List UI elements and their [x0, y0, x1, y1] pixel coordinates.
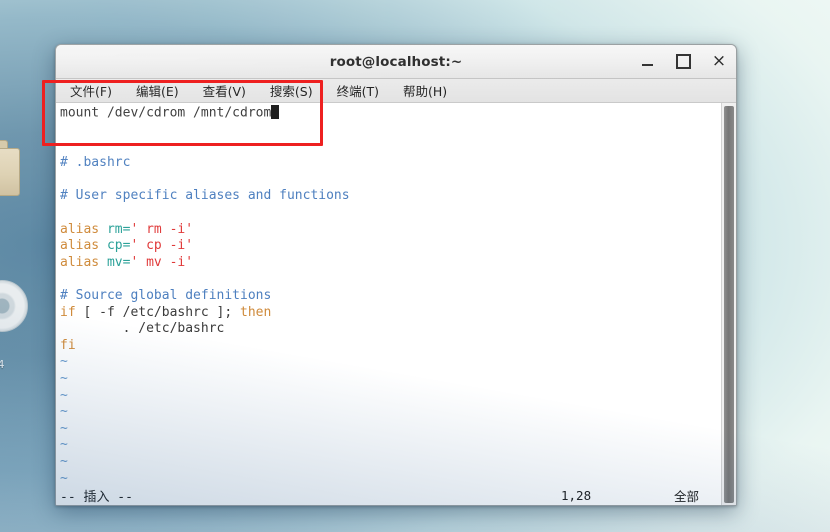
disc-shape — [0, 280, 28, 332]
close-button[interactable]: × — [710, 53, 728, 71]
scroll-position-text: 全部 — [674, 488, 700, 504]
folder-body — [0, 148, 20, 196]
menu-item-view[interactable]: 查看(V) — [199, 80, 250, 101]
menu-item-terminal[interactable]: 终端(T) — [333, 80, 383, 101]
if-condition: [ -f /etc/bashrc ]; — [75, 304, 241, 320]
disc-icon-label: S_64 — [0, 358, 5, 371]
alias-name: cp — [106, 238, 123, 254]
terminal-window[interactable]: root@localhost:~ × 文件(F) 编辑(E) 查看(V) 搜索(… — [55, 44, 737, 506]
tilde-line: ~ — [60, 354, 68, 370]
vim-status-line: -- 插入 -- 1,28 全部 — [56, 484, 721, 505]
keyword-text: fi — [60, 337, 76, 353]
terminal-text-area[interactable]: mount /dev/cdrom /mnt/cdrom # .bashrc # U… — [56, 103, 721, 505]
tilde-line: ~ — [60, 387, 68, 403]
code-line-keyword: fi — [56, 338, 721, 355]
menu-item-help[interactable]: 帮助(H) — [399, 80, 451, 101]
tilde-line: ~ — [60, 371, 68, 386]
code-line-alias: alias cp=' cp -i' — [56, 238, 721, 255]
terminal-command-line: mount /dev/cdrom /mnt/cdrom — [56, 105, 721, 122]
alias-name: rm — [106, 221, 123, 237]
plain-text: . /etc/bashrc — [60, 321, 225, 337]
tilde-line: ~ — [60, 420, 68, 436]
desktop: S_64 root@localhost:~ × 文件(F) 编辑(E) 查看(V… — [0, 0, 830, 532]
menubar[interactable]: 文件(F) 编辑(E) 查看(V) 搜索(S) 终端(T) 帮助(H) — [56, 79, 736, 103]
disc-icon[interactable] — [0, 280, 28, 332]
terminal-body[interactable]: mount /dev/cdrom /mnt/cdrom # .bashrc # U… — [56, 103, 736, 505]
tilde-line: ~ — [60, 437, 68, 453]
maximize-button[interactable] — [674, 53, 692, 71]
alias-value: ' rm -i' — [130, 221, 194, 237]
then-keyword: then — [240, 304, 272, 320]
scrollbar-thumb[interactable] — [724, 106, 734, 503]
comment-text: # User specific aliases and functions — [60, 188, 350, 204]
code-line-alias: alias mv=' mv -i' — [56, 255, 721, 272]
alias-value: ' cp -i' — [130, 238, 194, 254]
terminal-scrollbar[interactable] — [721, 103, 736, 505]
menu-item-file[interactable]: 文件(F) — [66, 80, 116, 101]
comment-text: # Source global definitions — [60, 288, 272, 304]
cursor-position: 1,28 — [561, 487, 592, 503]
command-text: mount /dev/cdrom /mnt/cdrom — [60, 105, 272, 121]
tilde-line: ~ — [60, 453, 68, 469]
window-controls: × — [638, 53, 728, 71]
code-line-alias: alias rm=' rm -i' — [56, 222, 721, 239]
menu-item-search[interactable]: 搜索(S) — [266, 80, 317, 101]
vim-tilde-lines: ~~~~~~~~~ — [56, 354, 721, 503]
text-cursor — [271, 105, 280, 119]
window-title: root@localhost:~ — [329, 53, 463, 70]
code-line-comment: # Source global definitions — [56, 288, 721, 305]
menu-item-edit[interactable]: 编辑(E) — [132, 80, 183, 101]
code-line-if: if [ -f /etc/bashrc ]; then — [56, 305, 721, 322]
code-line-plain: . /etc/bashrc — [56, 321, 721, 338]
folder-icon[interactable] — [0, 140, 20, 196]
code-line-comment: # User specific aliases and functions — [56, 188, 721, 205]
alias-keyword: alias — [60, 254, 107, 270]
if-keyword: if — [60, 304, 76, 320]
window-titlebar[interactable]: root@localhost:~ × — [56, 45, 736, 79]
tilde-line: ~ — [60, 404, 68, 420]
vim-mode-indicator: -- 插入 -- — [60, 489, 133, 505]
vim-buffer: # .bashrc # User specific aliases and fun… — [56, 155, 721, 354]
alias-value: ' mv -i' — [130, 254, 194, 270]
comment-text: # .bashrc — [60, 155, 131, 171]
code-line-comment: # .bashrc — [56, 155, 721, 172]
minimize-button[interactable] — [638, 53, 656, 71]
alias-keyword: alias — [60, 221, 107, 237]
alias-name: mv — [106, 254, 123, 270]
alias-keyword: alias — [60, 238, 107, 254]
